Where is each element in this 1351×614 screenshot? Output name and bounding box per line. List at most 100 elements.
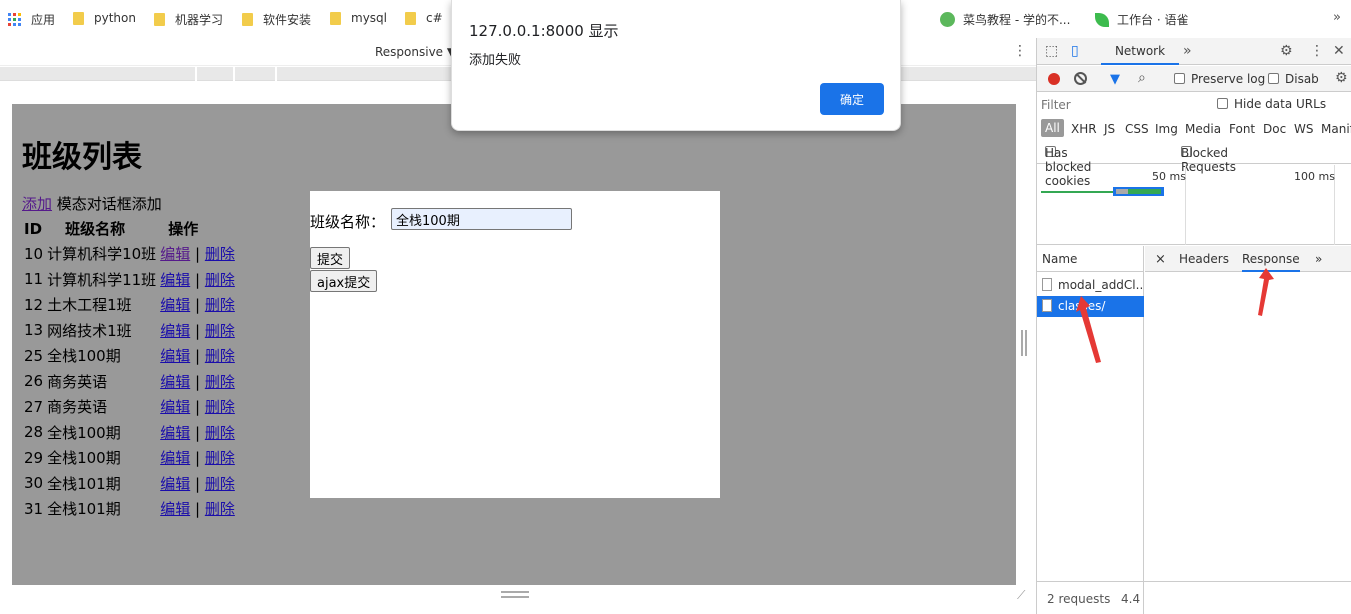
tab-headers[interactable]: Headers bbox=[1179, 252, 1229, 266]
edit-link[interactable]: 编辑 bbox=[160, 296, 190, 314]
bookmark-software[interactable]: 软件安装 bbox=[242, 11, 311, 28]
row-name: 全栈101期 bbox=[47, 474, 121, 493]
submit-button[interactable]: 提交 bbox=[310, 247, 351, 269]
type-xhr[interactable]: XHR bbox=[1071, 122, 1097, 136]
edit-link[interactable]: 编辑 bbox=[160, 424, 190, 442]
document-icon bbox=[1042, 278, 1052, 291]
table-row: 12 土木工程1班 编辑 | 删除 bbox=[22, 292, 237, 318]
delete-link[interactable]: 删除 bbox=[205, 271, 235, 289]
bookmark-runoob[interactable]: 菜鸟教程 - 学的不... bbox=[940, 11, 1070, 28]
device-toggle-icon[interactable]: ▯ bbox=[1071, 43, 1079, 59]
edit-link[interactable]: 编辑 bbox=[160, 347, 190, 365]
clear-icon[interactable] bbox=[1074, 72, 1087, 85]
search-icon[interactable]: ⌕ bbox=[1138, 70, 1146, 86]
row-name: 土木工程1班 bbox=[47, 296, 132, 315]
hide-data-urls-checkbox[interactable]: Hide data URLs bbox=[1217, 97, 1326, 111]
separator: | bbox=[194, 347, 201, 366]
bookmark-python[interactable]: python bbox=[73, 11, 136, 25]
close-devtools-icon[interactable]: ✕ bbox=[1333, 43, 1345, 59]
close-detail-icon[interactable]: × bbox=[1155, 252, 1166, 267]
ajax-submit-button[interactable]: ajax提交 bbox=[310, 270, 378, 292]
type-css[interactable]: CSS bbox=[1125, 122, 1149, 136]
bookmark-ml[interactable]: 机器学习 bbox=[154, 11, 223, 28]
page-title: 班级列表 bbox=[22, 140, 142, 175]
inspect-icon[interactable]: ⬚ bbox=[1045, 43, 1058, 59]
panel-resize-handle[interactable] bbox=[1021, 330, 1027, 356]
request-count: 2 requests bbox=[1047, 592, 1111, 606]
type-doc[interactable]: Doc bbox=[1263, 122, 1286, 136]
row-actions: 编辑 | 删除 bbox=[158, 267, 237, 293]
edit-link[interactable]: 编辑 bbox=[160, 322, 190, 340]
more-detail-tabs-icon[interactable]: » bbox=[1315, 252, 1322, 266]
dialog-ok-button[interactable]: 确定 bbox=[820, 83, 884, 115]
name-column-header[interactable]: Name bbox=[1037, 246, 1144, 272]
type-manifest[interactable]: Manif bbox=[1321, 122, 1351, 136]
bookmarks-more-icon[interactable]: » bbox=[1333, 10, 1341, 25]
settings-gear-icon[interactable]: ⚙ bbox=[1280, 43, 1293, 59]
bookmark-yuque[interactable]: 工作台 · 语雀 bbox=[1095, 11, 1188, 28]
row-id: 13 bbox=[24, 321, 44, 340]
more-tabs-icon[interactable]: » bbox=[1183, 43, 1192, 59]
class-name-input[interactable] bbox=[391, 208, 572, 230]
type-img[interactable]: Img bbox=[1155, 122, 1178, 136]
type-all[interactable]: All bbox=[1041, 119, 1064, 137]
delete-link[interactable]: 删除 bbox=[205, 424, 235, 442]
devtools-menu-icon[interactable]: ⋮ bbox=[1310, 43, 1324, 59]
record-icon[interactable] bbox=[1048, 73, 1060, 85]
preserve-log-checkbox[interactable]: Preserve log bbox=[1174, 72, 1265, 86]
delete-link[interactable]: 删除 bbox=[205, 449, 235, 467]
disable-cache-checkbox[interactable]: Disab bbox=[1268, 72, 1319, 86]
row-name: 网络技术1班 bbox=[47, 321, 132, 340]
delete-link[interactable]: 删除 bbox=[205, 500, 235, 518]
type-js[interactable]: JS bbox=[1104, 122, 1115, 136]
folder-icon bbox=[405, 11, 416, 25]
table-row: 25 全栈100期 编辑 | 删除 bbox=[22, 343, 237, 369]
row-actions: 编辑 | 删除 bbox=[158, 471, 237, 497]
table-row: 11 计算机科学11班 编辑 | 删除 bbox=[22, 267, 237, 293]
bookmark-mysql[interactable]: mysql bbox=[330, 11, 387, 25]
edit-link[interactable]: 编辑 bbox=[160, 245, 190, 263]
timeline-request-bar bbox=[1113, 187, 1164, 196]
device-more-icon[interactable]: ⋮ bbox=[1013, 43, 1027, 59]
bookmark-apps[interactable]: 应用 bbox=[8, 11, 55, 28]
type-font[interactable]: Font bbox=[1229, 122, 1255, 136]
delete-link[interactable]: 删除 bbox=[205, 322, 235, 340]
request-row-selected[interactable]: classes/ bbox=[1037, 296, 1144, 317]
edit-link[interactable]: 编辑 bbox=[160, 449, 190, 467]
edit-link[interactable]: 编辑 bbox=[160, 373, 190, 391]
tab-response[interactable]: Response bbox=[1242, 252, 1300, 272]
delete-link[interactable]: 删除 bbox=[205, 296, 235, 314]
delete-link[interactable]: 删除 bbox=[205, 245, 235, 263]
bookmark-csharp[interactable]: c# bbox=[405, 11, 443, 25]
corner-resize-icon[interactable]: ⟋ bbox=[1017, 588, 1031, 602]
type-media[interactable]: Media bbox=[1185, 122, 1221, 136]
delete-link[interactable]: 删除 bbox=[205, 398, 235, 416]
modal-add-link[interactable]: 模态对话框添加 bbox=[57, 195, 162, 213]
request-row[interactable]: modal_addCl... bbox=[1037, 275, 1144, 296]
responsive-dropdown[interactable]: Responsive ▼ bbox=[375, 45, 456, 59]
table-row: 13 网络技术1班 编辑 | 删除 bbox=[22, 318, 237, 344]
table-row: 29 全栈100期 编辑 | 删除 bbox=[22, 445, 237, 471]
add-link[interactable]: 添加 bbox=[22, 195, 52, 213]
filter-input[interactable] bbox=[1041, 96, 1201, 114]
tab-network[interactable]: Network bbox=[1101, 38, 1179, 65]
edit-link[interactable]: 编辑 bbox=[160, 398, 190, 416]
network-settings-icon[interactable]: ⚙ bbox=[1335, 70, 1348, 86]
delete-link[interactable]: 删除 bbox=[205, 373, 235, 391]
edit-link[interactable]: 编辑 bbox=[160, 475, 190, 493]
viewport-resize-handle[interactable] bbox=[501, 591, 529, 598]
dialog-title: 127.0.0.1:8000 显示 bbox=[469, 22, 619, 40]
edit-link[interactable]: 编辑 bbox=[160, 271, 190, 289]
col-name: 班级名称 bbox=[65, 220, 126, 238]
table-row: 10 计算机科学10班 编辑 | 删除 bbox=[22, 241, 237, 267]
row-name: 全栈100期 bbox=[47, 449, 121, 468]
delete-link[interactable]: 删除 bbox=[205, 475, 235, 493]
type-ws[interactable]: WS bbox=[1294, 122, 1313, 136]
yuque-logo-icon bbox=[1095, 12, 1109, 27]
filter-funnel-icon[interactable]: ▼ bbox=[1110, 72, 1120, 87]
edit-link[interactable]: 编辑 bbox=[160, 500, 190, 518]
table-row: 27 商务英语 编辑 | 删除 bbox=[22, 394, 237, 420]
delete-link[interactable]: 删除 bbox=[205, 347, 235, 365]
status-bar: 2 requests 4.4 bbox=[1037, 581, 1351, 614]
document-icon bbox=[1042, 299, 1052, 312]
